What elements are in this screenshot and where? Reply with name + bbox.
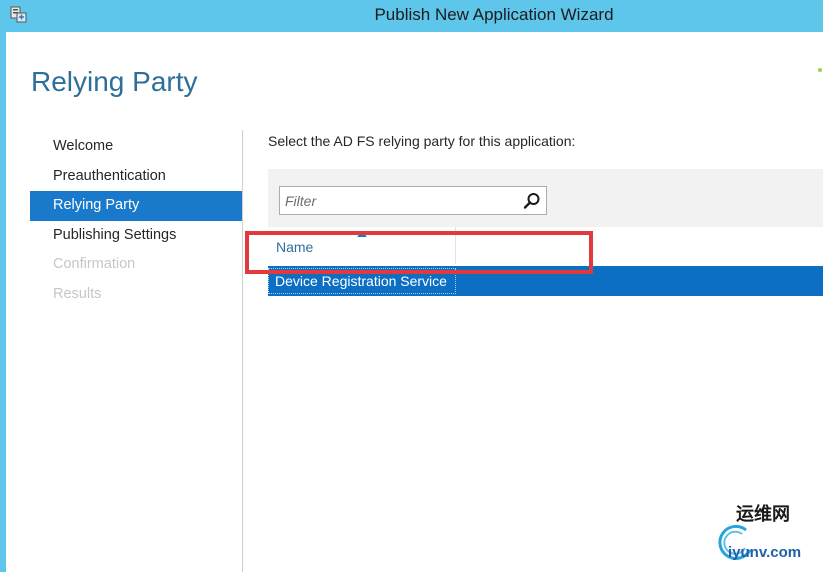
watermark: 运维网 iyunv.com (700, 494, 823, 572)
nav-item-confirmation: Confirmation (53, 256, 136, 272)
nav-divider (242, 130, 243, 572)
filter-box[interactable] (279, 186, 547, 215)
nav-item-results: Results (53, 285, 102, 302)
nav-item-preauthentication[interactable]: Preauthentication (30, 162, 242, 192)
watermark-url-text: iyunv.com (728, 544, 802, 561)
title-bar[interactable]: Publish New Application Wizard (0, 0, 823, 32)
page-title: Relying Party (31, 66, 198, 97)
nav-item-relying-party[interactable]: Relying Party (30, 191, 242, 221)
row-name-cell[interactable]: Device Registration Service (268, 268, 456, 294)
relying-party-prompt: Select the AD FS relying party for this … (268, 133, 576, 149)
sort-ascending-icon (357, 231, 367, 237)
window-title: Publish New Application Wizard (374, 5, 614, 24)
nav-item-publishing-settings[interactable]: Publishing Settings (30, 221, 242, 251)
wizard-content: Relying Party Welcome Preauthentication … (6, 32, 823, 572)
watermark-chinese-text: 运维网 (736, 504, 790, 525)
column-header-name[interactable]: Name (268, 227, 456, 264)
search-icon[interactable] (523, 192, 541, 210)
column-header-label: Name (276, 239, 314, 255)
filter-bar (268, 169, 823, 227)
table-row[interactable]: Device Registration Service (268, 266, 823, 296)
nav-item-welcome[interactable]: Welcome (30, 132, 242, 162)
edge-indicator (818, 68, 822, 72)
wizard-step-nav: Welcome Preauthentication Relying Party … (30, 132, 242, 309)
filter-input[interactable] (280, 187, 523, 214)
